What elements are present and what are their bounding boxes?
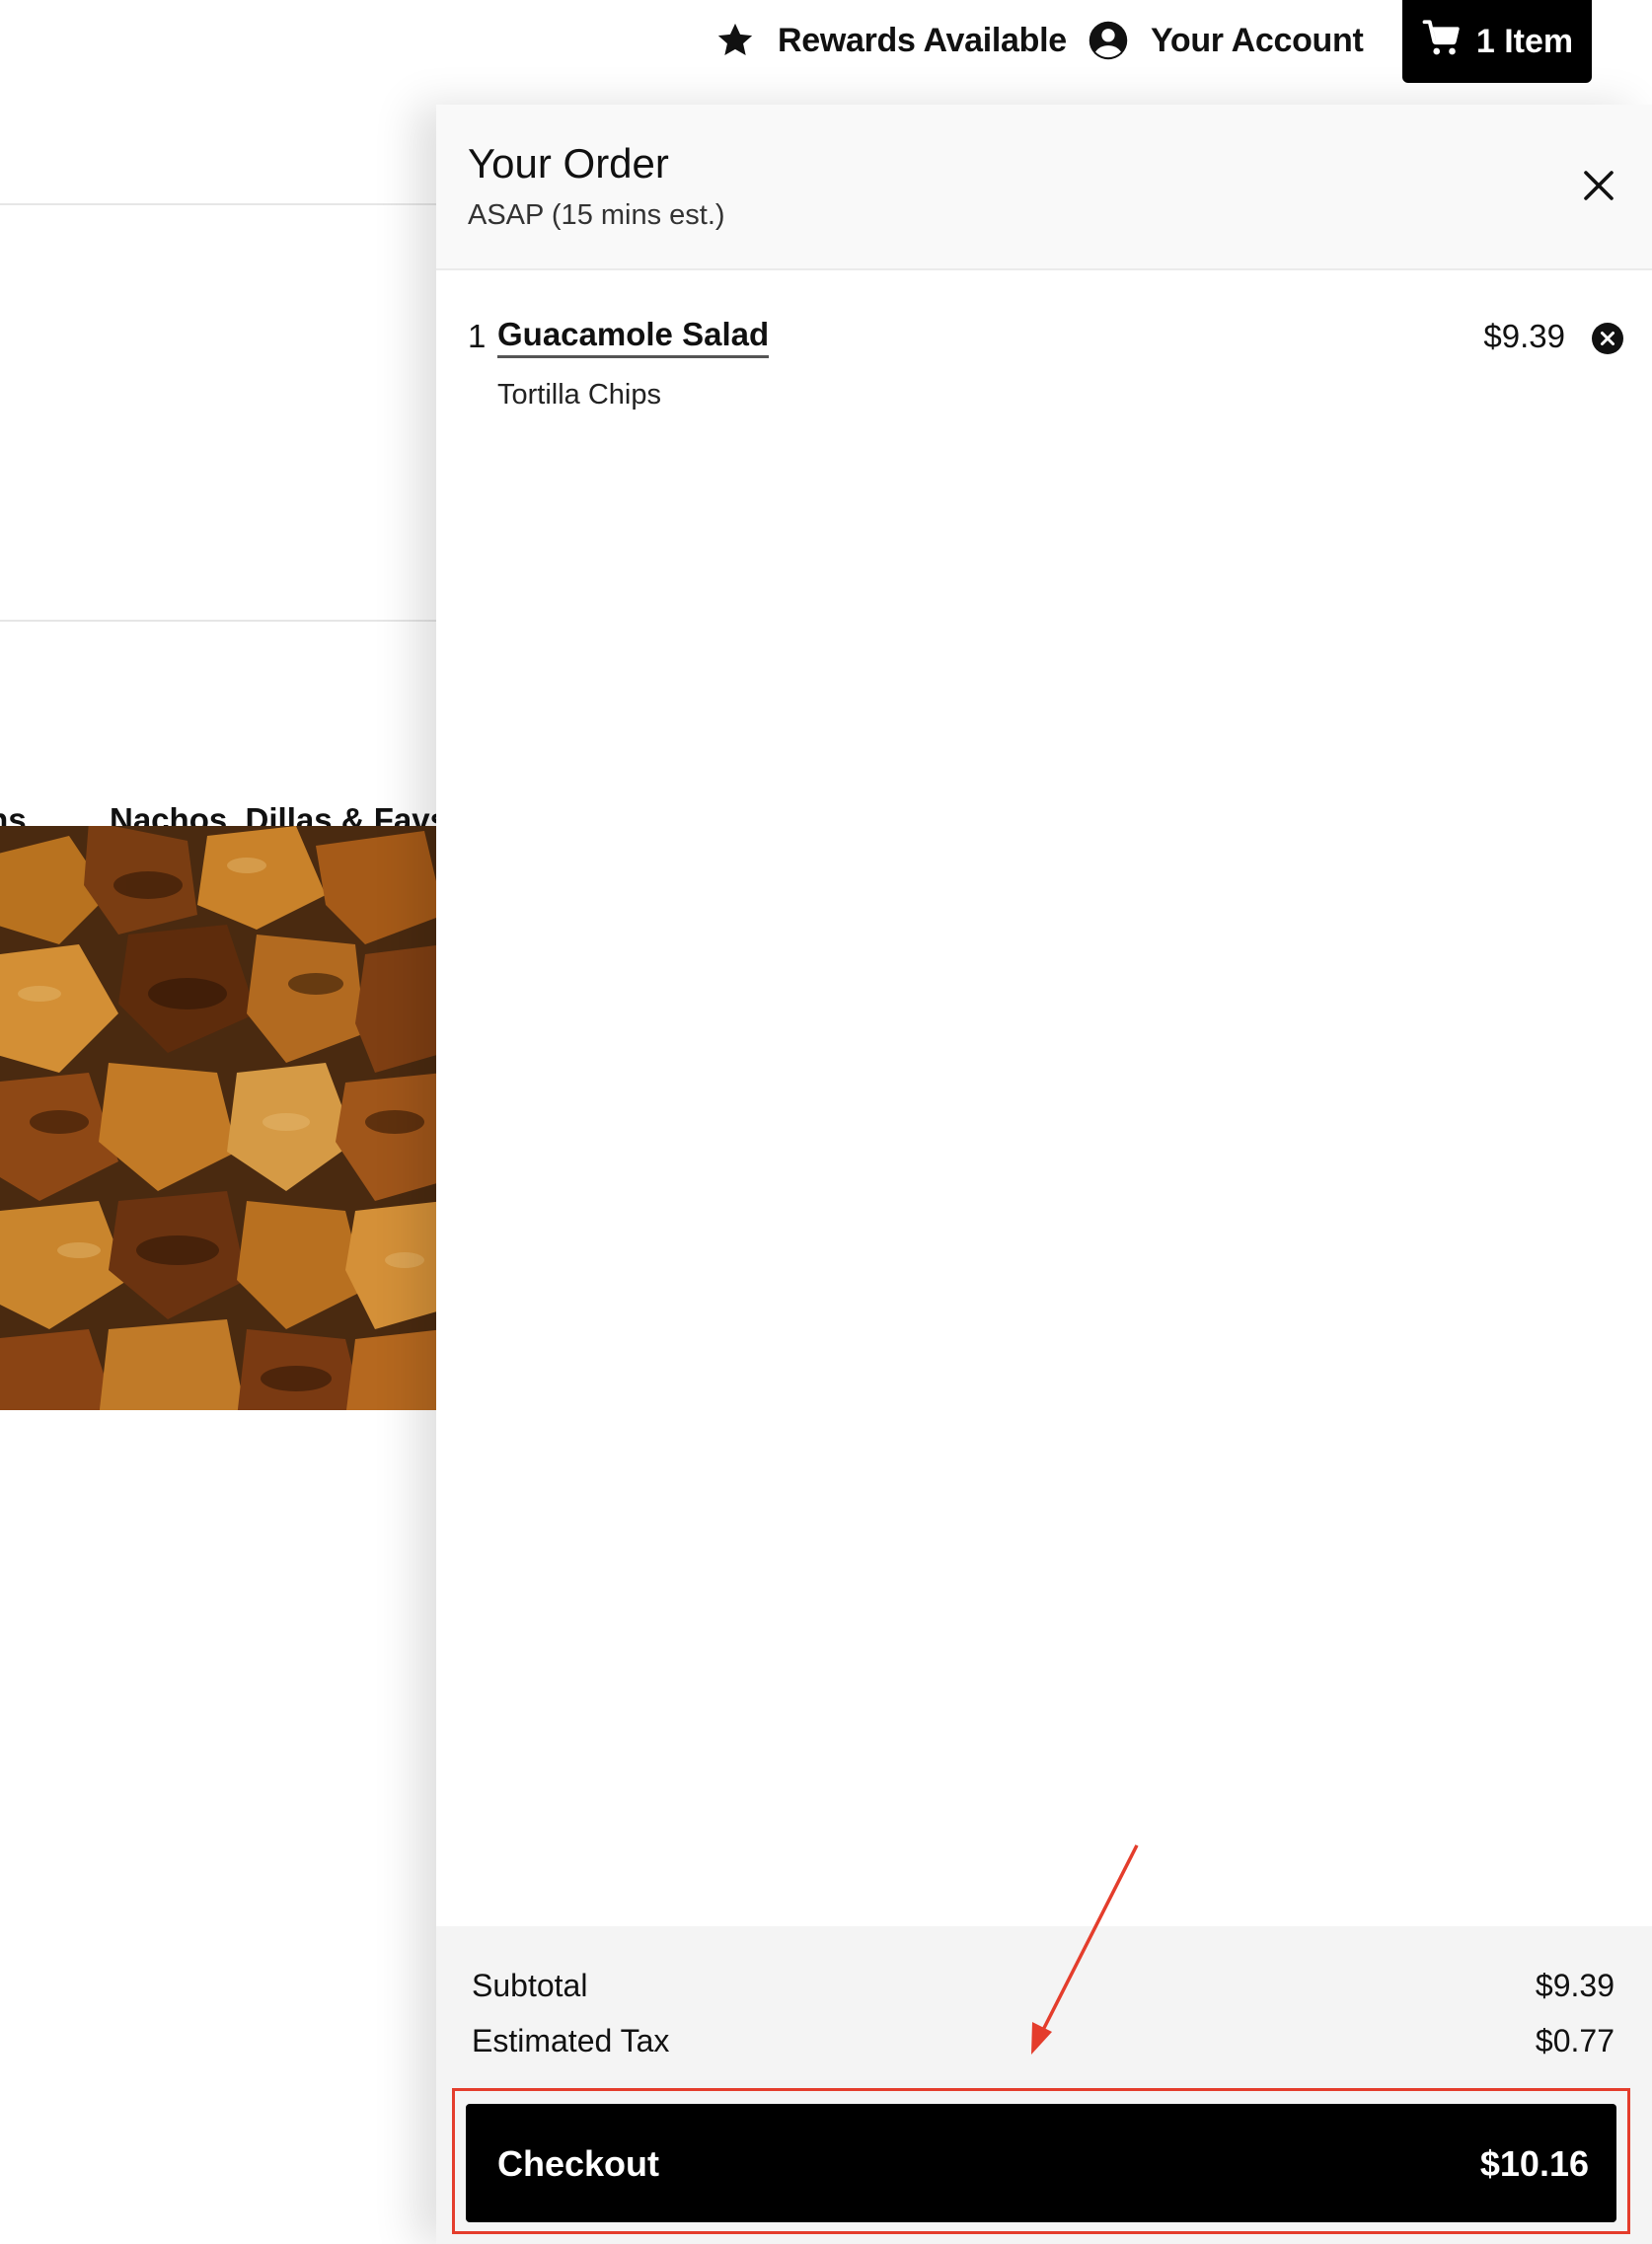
account-icon bbox=[1088, 20, 1129, 61]
account-label: Your Account bbox=[1151, 21, 1364, 59]
cart-icon bbox=[1421, 17, 1463, 67]
close-icon bbox=[1583, 170, 1614, 206]
order-time-estimate: ASAP (15 mins est.) bbox=[468, 199, 725, 231]
cart-label: 1 Item bbox=[1475, 22, 1574, 60]
order-summary: Subtotal $9.39 Estimated Tax $0.77 Check… bbox=[436, 1926, 1652, 2244]
item-name-link[interactable]: Guacamole Salad bbox=[497, 316, 770, 358]
tax-row: Estimated Tax $0.77 bbox=[472, 2023, 1614, 2066]
order-header: Your Order ASAP (15 mins est.) bbox=[436, 105, 1652, 270]
tax-value: $0.77 bbox=[1535, 2023, 1614, 2058]
order-line-item: 1 Guacamole Salad Tortilla Chips $9.39 bbox=[436, 312, 1652, 430]
order-title: Your Order bbox=[468, 140, 669, 187]
checkout-button[interactable]: Checkout $10.16 bbox=[466, 2104, 1616, 2222]
subtotal-row: Subtotal $9.39 bbox=[472, 1968, 1614, 2011]
item-quantity: 1 bbox=[468, 318, 487, 354]
account-link[interactable]: Your Account bbox=[1088, 14, 1364, 67]
divider bbox=[0, 203, 436, 205]
item-modifier: Tortilla Chips bbox=[497, 379, 661, 411]
tax-label: Estimated Tax bbox=[472, 2023, 670, 2058]
remove-item-button[interactable] bbox=[1591, 322, 1624, 355]
remove-icon bbox=[1591, 323, 1624, 359]
subtotal-label: Subtotal bbox=[472, 1968, 588, 2003]
subtotal-value: $9.39 bbox=[1535, 1968, 1614, 2003]
star-icon bbox=[714, 20, 756, 61]
rewards-link[interactable]: Rewards Available bbox=[714, 14, 1067, 67]
checkout-total: $10.16 bbox=[1479, 2143, 1589, 2184]
checkout-label: Checkout bbox=[497, 2143, 660, 2184]
food-photo[interactable] bbox=[0, 826, 436, 1410]
item-price: $9.39 bbox=[1483, 318, 1565, 354]
rewards-label: Rewards Available bbox=[778, 21, 1067, 59]
top-navigation: Rewards Available Your Account 1 Item bbox=[0, 0, 1652, 105]
close-button[interactable] bbox=[1577, 166, 1620, 209]
cart-button[interactable]: 1 Item bbox=[1402, 0, 1592, 83]
order-drawer: Your Order ASAP (15 mins est.) 1 Guacamo… bbox=[436, 105, 1652, 2244]
divider bbox=[0, 620, 436, 622]
